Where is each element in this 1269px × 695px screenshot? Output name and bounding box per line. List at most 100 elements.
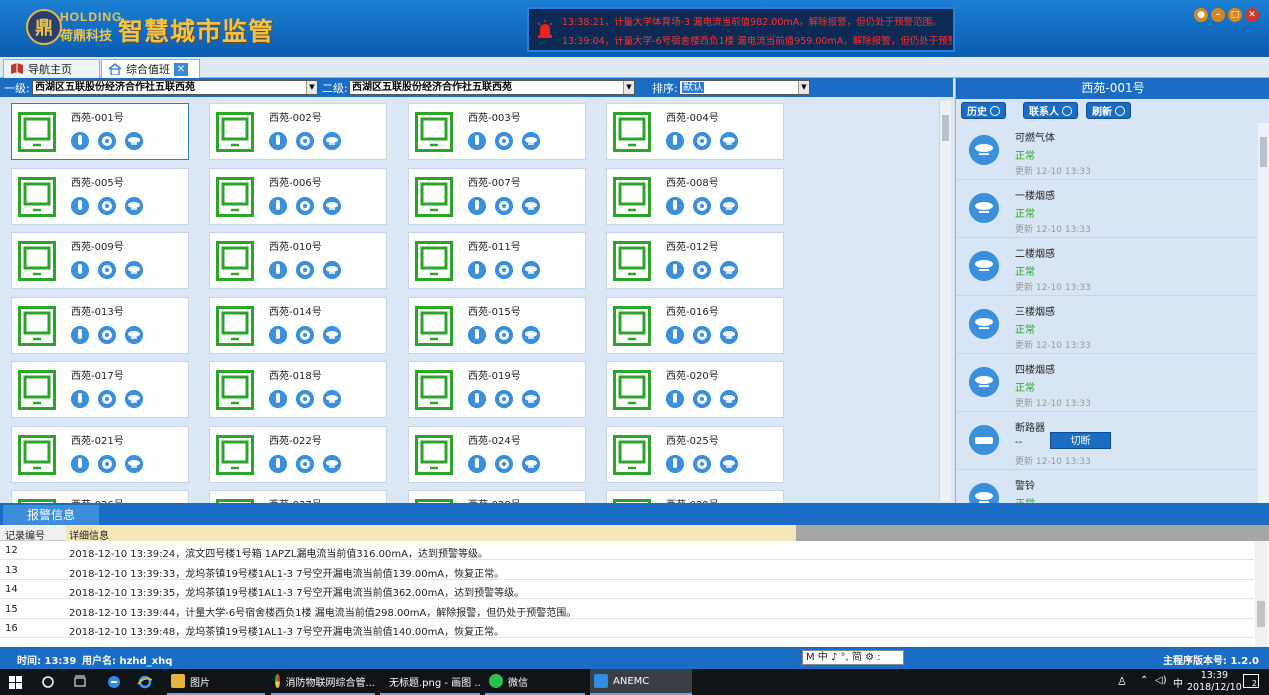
monitor-icon: [415, 434, 453, 475]
site-card[interactable]: 西苑-027号: [209, 490, 387, 503]
level2-select[interactable]: 西湖区五联股份经济合作社五联西苑 ▼: [349, 80, 635, 95]
table-row[interactable]: 12 2018-12-10 13:39:24，滨文四号楼1号箱 1APZL漏电流当…: [0, 541, 1254, 560]
edge-browser-icon[interactable]: [106, 674, 122, 690]
table-row[interactable]: 13 2018-12-10 13:39:33，龙坞茶镇19号楼1AL1-3 7号空…: [0, 561, 1254, 580]
site-card[interactable]: 西苑-020号: [606, 361, 784, 418]
ime-indicator-icon[interactable]: 中: [1173, 675, 1183, 690]
table-row[interactable]: 15 2018-12-10 13:39:44，计量大学-6号宿舍楼西负1楼 漏电流…: [0, 600, 1254, 619]
scroll-thumb[interactable]: [1257, 601, 1265, 627]
scroll-thumb[interactable]: [942, 115, 949, 141]
site-card[interactable]: 西苑-022号: [209, 425, 387, 483]
search-circle-icon[interactable]: [40, 674, 56, 690]
ie-browser-icon[interactable]: [137, 674, 153, 690]
column-header[interactable]: 详细信息: [69, 527, 109, 542]
tab-duty[interactable]: 综合值班 ✕: [101, 59, 200, 78]
taskbar-app-chrome[interactable]: 消防物联网综合管...: [271, 669, 375, 695]
tab-alarm-info[interactable]: 报警信息: [3, 505, 99, 525]
grid-scrollbar[interactable]: [939, 101, 951, 501]
taskbar-app-photos[interactable]: 图片: [167, 669, 265, 695]
site-card[interactable]: 西苑-019号: [408, 361, 586, 418]
gauge-icon: [296, 390, 314, 408]
site-card[interactable]: 西苑-008号: [606, 167, 784, 225]
scroll-thumb[interactable]: [1260, 137, 1267, 167]
gauge-icon: [98, 261, 116, 279]
site-card-name: 西苑-022号: [269, 435, 322, 447]
site-card[interactable]: 西苑-026号: [11, 490, 189, 503]
site-card[interactable]: 西苑-011号: [408, 232, 586, 289]
site-card[interactable]: 西苑-016号: [606, 296, 784, 354]
device-item[interactable]: 四楼烟感 正常 更新 12-10 13:33: [957, 355, 1257, 412]
site-card[interactable]: 西苑-006号: [209, 167, 387, 225]
table-scrollbar[interactable]: [1255, 541, 1268, 647]
site-card-name: 西苑-029号: [666, 496, 719, 503]
history-button[interactable]: 历史: [961, 102, 1006, 119]
smoke-detector-icon: [969, 367, 999, 397]
site-card[interactable]: 西苑-018号: [209, 361, 387, 418]
device-item[interactable]: 断路器 -- 更新 12-10 13:33 切断: [957, 413, 1257, 470]
site-card[interactable]: 西苑-024号: [408, 425, 586, 483]
lock-icon[interactable]: ●: [1194, 8, 1208, 22]
device-item[interactable]: 可燃气体 正常 更新 12-10 13:33: [957, 123, 1257, 180]
people-icon[interactable]: ♙: [1117, 675, 1127, 688]
volume-icon[interactable]: ◁): [1155, 675, 1167, 686]
device-item[interactable]: 三楼烟感 正常 更新 12-10 13:33: [957, 297, 1257, 354]
tab-home[interactable]: 导航主页: [3, 59, 100, 78]
task-view-icon[interactable]: [72, 674, 88, 690]
taskbar-app-anemc[interactable]: ANEMC: [590, 669, 692, 695]
close-icon[interactable]: ✕: [174, 62, 188, 76]
refresh-button[interactable]: 刷新: [1086, 102, 1131, 119]
table-row[interactable]: 14 2018-12-10 13:39:35，龙坞茶镇19号楼1AL1-3 7号空…: [0, 580, 1254, 599]
column-header[interactable]: 记录编号: [5, 527, 45, 542]
minimize-icon[interactable]: –: [1211, 8, 1225, 22]
site-card[interactable]: 西苑-003号: [408, 103, 586, 160]
monitor-icon: [216, 305, 254, 346]
site-card[interactable]: 西苑-015号: [408, 296, 586, 354]
site-card[interactable]: 西苑-014号: [209, 296, 387, 354]
site-card[interactable]: 西苑-021号: [11, 425, 189, 483]
ime-toolbar[interactable]: M 中 ♪ °, 简 ⚙ :: [802, 650, 904, 665]
site-card[interactable]: 西苑-029号: [606, 490, 784, 503]
site-card[interactable]: 西苑-001号: [11, 103, 189, 160]
tray-expand-icon[interactable]: ⌃: [1140, 675, 1148, 686]
device-item[interactable]: 警铃正常: [957, 471, 1257, 503]
site-card[interactable]: 西苑-013号: [11, 296, 189, 354]
site-card[interactable]: 西苑-017号: [11, 361, 189, 418]
site-card[interactable]: 西苑-012号: [606, 232, 784, 289]
thermometer-icon: [468, 390, 486, 408]
sort-select[interactable]: 默认 ▼: [679, 80, 810, 95]
site-card[interactable]: 西苑-002号: [209, 103, 387, 160]
close-icon[interactable]: ✕: [1245, 8, 1259, 22]
site-card-name: 西苑-005号: [71, 177, 124, 189]
smoke-detector-icon: [323, 132, 341, 150]
device-item[interactable]: 二楼烟感 正常 更新 12-10 13:33: [957, 239, 1257, 296]
contact-button[interactable]: 联系人: [1023, 102, 1078, 119]
record-detail: 2018-12-10 13:39:33，龙坞茶镇19号楼1AL1-3 7号空开漏…: [69, 568, 505, 580]
monitor-icon: [415, 241, 453, 281]
smoke-detector-icon: [323, 390, 341, 408]
site-card-name: 西苑-027号: [269, 496, 322, 503]
monitor-icon: [216, 434, 254, 475]
taskbar-app-paint[interactable]: 无标题.png - 画图 ...: [380, 669, 480, 695]
level1-select[interactable]: 西湖区五联股份经济合作社五联西苑 ▼: [32, 80, 318, 95]
maximize-icon[interactable]: □: [1228, 8, 1242, 22]
device-scrollbar[interactable]: [1258, 123, 1269, 503]
refresh-label: 刷新: [1092, 107, 1112, 118]
site-card[interactable]: 西苑-007号: [408, 167, 586, 225]
site-card[interactable]: 西苑-028号: [408, 490, 586, 503]
site-card[interactable]: 西苑-005号: [11, 167, 189, 225]
site-card[interactable]: 西苑-010号: [209, 232, 387, 289]
windows-start-icon[interactable]: [9, 676, 22, 689]
site-card[interactable]: 西苑-009号: [11, 232, 189, 289]
site-card[interactable]: 西苑-004号: [606, 103, 784, 160]
logo-english: HOLDING: [60, 10, 123, 24]
cut-off-button[interactable]: 切断: [1050, 432, 1111, 449]
taskbar-clock[interactable]: 13:39 2018/12/10: [1187, 670, 1242, 694]
taskbar-app-wechat[interactable]: 微信: [485, 669, 585, 695]
notification-icon[interactable]: 2: [1243, 674, 1259, 688]
site-card-name: 西苑-013号: [71, 306, 124, 318]
table-row[interactable]: 16 2018-12-10 13:39:48，龙坞茶镇19号楼1AL1-3 7号空…: [0, 619, 1254, 638]
alarm-ticker[interactable]: 13:38:21，计量大学体育场-3 漏电流当前值982.00mA，解除报警，但…: [527, 7, 955, 52]
smoke-detector-icon: [969, 309, 999, 339]
device-item[interactable]: 一楼烟感 正常 更新 12-10 13:33: [957, 181, 1257, 238]
site-card[interactable]: 西苑-025号: [606, 425, 784, 483]
